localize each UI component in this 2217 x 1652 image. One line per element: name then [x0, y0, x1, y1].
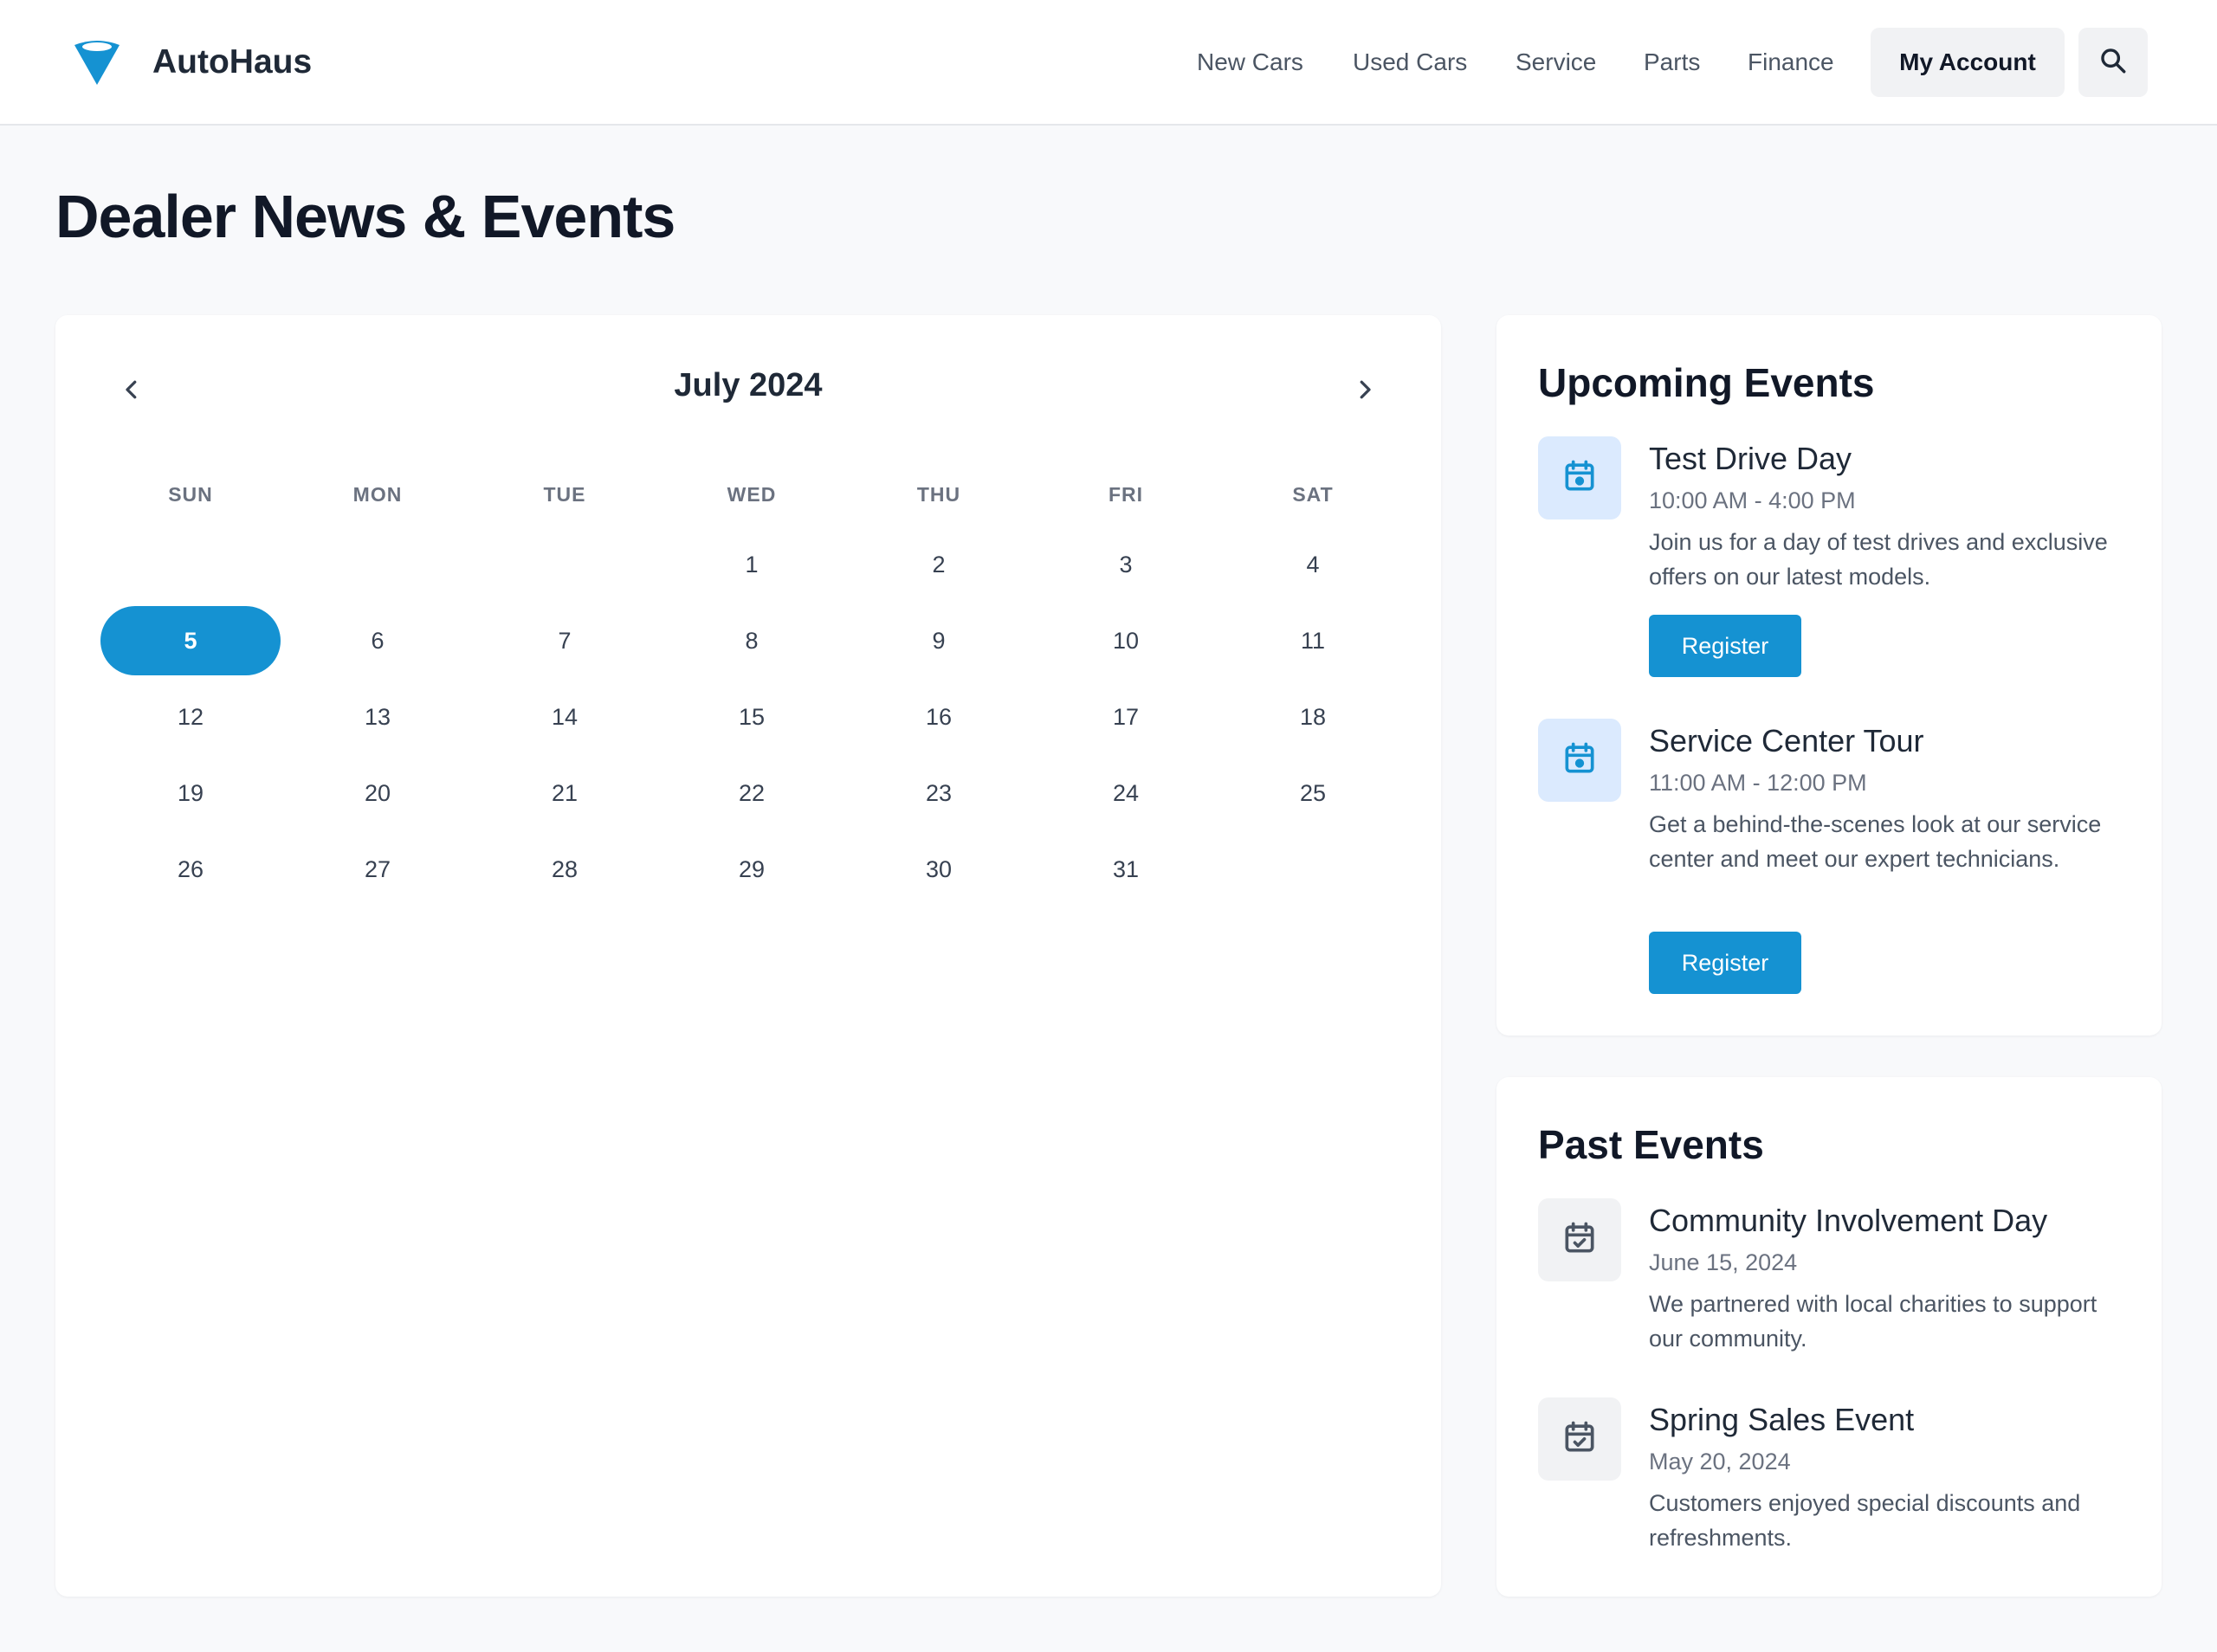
event-description: Get a behind-the-scenes look at our serv… [1649, 811, 2102, 872]
event-title: Service Center Tour [1649, 723, 1924, 758]
past-events-card: Past Events Community Involvement Day Ju… [1496, 1077, 2162, 1597]
register-button[interactable]: Register [1649, 932, 1801, 994]
weekday-header: FRI [1108, 483, 1144, 506]
calendar-month-label: July 2024 [674, 367, 823, 403]
calendar-day[interactable]: 14 [475, 682, 655, 752]
event-time: 10:00 AM - 4:00 PM [1649, 487, 1856, 513]
event-date: May 20, 2024 [1649, 1449, 1791, 1475]
calendar-icon [1561, 457, 1599, 500]
top-navigation-bar: AutoHaus New Cars Used Cars Service Part… [0, 0, 2217, 126]
search-button[interactable] [2078, 28, 2148, 97]
calendar-day[interactable]: 1 [662, 530, 842, 599]
calendar-day[interactable]: 22 [662, 758, 842, 828]
calendar-day[interactable]: 23 [849, 758, 1029, 828]
calendar-day[interactable]: 10 [1036, 606, 1216, 675]
search-icon [2098, 46, 2128, 80]
calendar-day[interactable]: 16 [849, 682, 1029, 752]
calendar-day[interactable]: 6 [288, 606, 468, 675]
calendar-check-icon [1561, 1219, 1599, 1262]
upcoming-events-card: Upcoming Events Test Drive Day 10:00 AM … [1496, 315, 2162, 1036]
my-account-button[interactable]: My Account [1871, 28, 2065, 97]
event-icon [1538, 436, 1621, 519]
calendar-day[interactable]: 28 [475, 835, 655, 904]
weekday-header: WED [727, 483, 777, 506]
weekday-header: MON [352, 483, 403, 506]
nav-finance[interactable]: Finance [1748, 45, 1834, 80]
nav-service[interactable]: Service [1516, 45, 1596, 80]
event-description: Join us for a day of test drives and exc… [1649, 529, 2108, 590]
weekday-header: TUE [543, 483, 586, 506]
calendar-day[interactable]: 24 [1036, 758, 1216, 828]
calendar-day[interactable]: 21 [475, 758, 655, 828]
calendar-day[interactable]: 26 [100, 835, 281, 904]
weekday-header: SAT [1292, 483, 1334, 506]
page-title: Dealer News & Events [55, 183, 675, 250]
weekday-header: SUN [168, 483, 213, 506]
register-button[interactable]: Register [1649, 615, 1801, 677]
calendar-day[interactable]: 7 [475, 606, 655, 675]
nav-new-cars[interactable]: New Cars [1197, 45, 1303, 80]
event-icon [1538, 719, 1621, 802]
brand-name[interactable]: AutoHaus [152, 42, 312, 83]
event-description: Customers enjoyed special discounts and … [1649, 1490, 2081, 1551]
past-events-title: Past Events [1538, 1122, 1764, 1167]
weekday-header: THU [916, 483, 961, 506]
event-icon [1538, 1397, 1621, 1481]
calendar-day[interactable]: 19 [100, 758, 281, 828]
calendar-day[interactable]: 29 [662, 835, 842, 904]
event-description: We partnered with local charities to sup… [1649, 1291, 2097, 1352]
upcoming-events-title: Upcoming Events [1538, 360, 1875, 405]
calendar-day[interactable]: 30 [849, 835, 1029, 904]
calendar-day[interactable]: 13 [288, 682, 468, 752]
calendar-card: SUN MON TUE WED THU FRI SAT 1 2 3 4 5 6 7 8 9 10 11 12 13 14… [55, 315, 1441, 1597]
calendar-day[interactable]: 27 [288, 835, 468, 904]
calendar-day[interactable]: 11 [1223, 606, 1403, 675]
event-title: Community Involvement Day [1649, 1203, 2048, 1238]
event-icon [1538, 1198, 1621, 1281]
calendar-day-selected[interactable]: 5 [100, 606, 281, 675]
calendar-day[interactable]: 9 [849, 606, 1029, 675]
event-time: 11:00 AM - 12:00 PM [1649, 770, 1867, 796]
calendar-icon [1561, 739, 1599, 782]
calendar-day[interactable]: 8 [662, 606, 842, 675]
calendar-day[interactable]: 18 [1223, 682, 1403, 752]
calendar-check-icon [1561, 1418, 1599, 1461]
calendar-day[interactable]: 4 [1223, 530, 1403, 599]
calendar-day[interactable]: 3 [1036, 530, 1216, 599]
calendar-day[interactable]: 20 [288, 758, 468, 828]
autohaus-logo-icon[interactable] [71, 36, 123, 88]
event-title: Spring Sales Event [1649, 1402, 1915, 1437]
calendar-day[interactable]: 2 [849, 530, 1029, 599]
event-date: June 15, 2024 [1649, 1249, 1798, 1275]
calendar-day[interactable]: 25 [1223, 758, 1403, 828]
nav-used-cars[interactable]: Used Cars [1353, 45, 1467, 80]
calendar-day[interactable]: 15 [662, 682, 842, 752]
nav-parts[interactable]: Parts [1644, 45, 1700, 80]
calendar-day[interactable]: 17 [1036, 682, 1216, 752]
calendar-day[interactable]: 31 [1036, 835, 1216, 904]
calendar-day[interactable]: 12 [100, 682, 281, 752]
event-title: Test Drive Day [1649, 441, 1852, 476]
